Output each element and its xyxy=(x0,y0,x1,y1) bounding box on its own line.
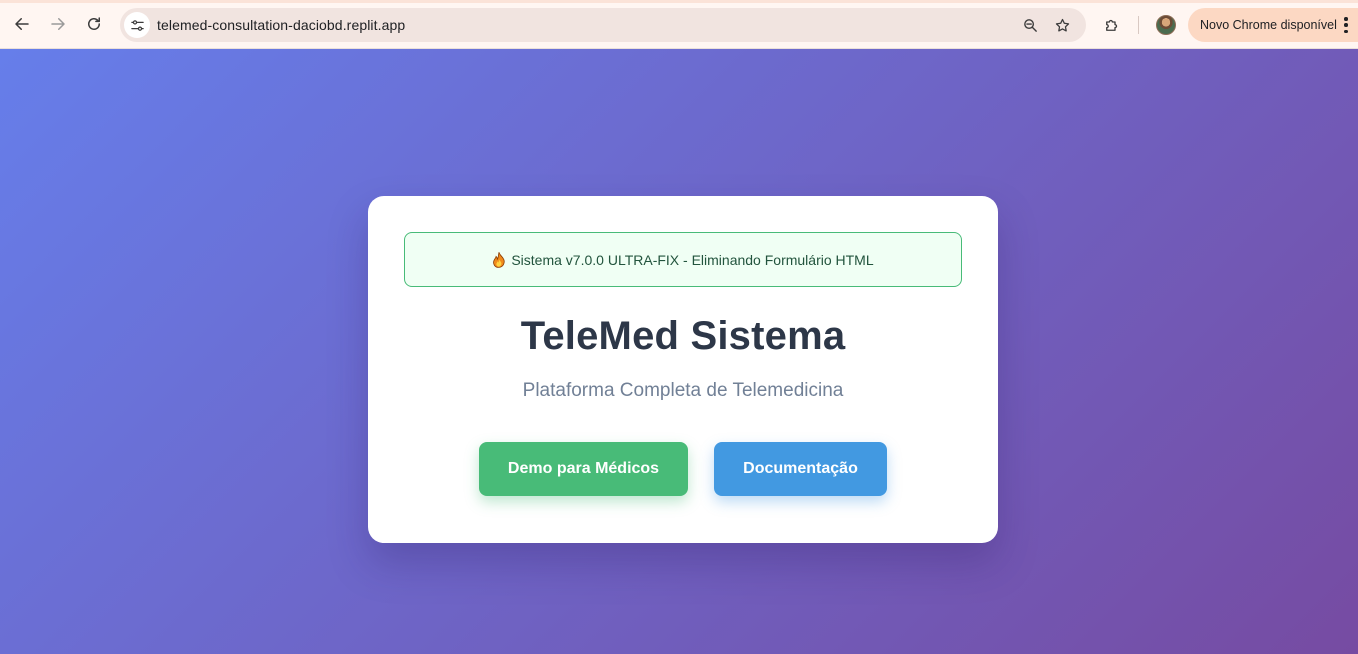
page-title: TeleMed Sistema xyxy=(520,314,846,358)
zoom-out-icon xyxy=(1023,18,1037,32)
update-label: Novo Chrome disponível xyxy=(1200,18,1337,32)
tune-icon xyxy=(130,19,144,31)
extensions-button[interactable] xyxy=(1100,13,1124,37)
bookmark-button[interactable] xyxy=(1050,13,1074,37)
forward-button[interactable] xyxy=(40,6,76,42)
back-button[interactable] xyxy=(4,6,40,42)
flame-icon xyxy=(493,251,505,268)
arrow-right-icon xyxy=(51,18,65,30)
reload-button[interactable] xyxy=(76,6,112,42)
chrome-update-button[interactable]: Novo Chrome disponível xyxy=(1188,8,1358,42)
tab-strip-edge xyxy=(0,0,1358,3)
version-banner: Sistema v7.0.0 ULTRA-FIX - Eliminando Fo… xyxy=(404,232,962,287)
page-background: Sistema v7.0.0 ULTRA-FIX - Eliminando Fo… xyxy=(0,49,1358,654)
zoom-button[interactable] xyxy=(1018,13,1042,37)
toolbar-divider xyxy=(1138,16,1139,34)
welcome-card: Sistema v7.0.0 ULTRA-FIX - Eliminando Fo… xyxy=(368,196,998,543)
profile-avatar[interactable] xyxy=(1156,15,1176,35)
site-info-button[interactable] xyxy=(124,12,150,38)
page-subtitle: Plataforma Completa de Telemedicina xyxy=(522,380,844,401)
more-menu-icon[interactable] xyxy=(1344,17,1348,33)
documentation-button[interactable]: Documentação xyxy=(714,442,887,496)
arrow-left-icon xyxy=(15,18,29,30)
star-icon xyxy=(1055,18,1069,32)
puzzle-icon xyxy=(1106,19,1118,31)
browser-toolbar: telemed-consultation-daciobd.replit.app … xyxy=(0,0,1358,49)
version-text: Sistema v7.0.0 ULTRA-FIX - Eliminando Fo… xyxy=(511,251,874,268)
reload-icon xyxy=(88,17,100,30)
address-bar[interactable]: telemed-consultation-daciobd.replit.app xyxy=(120,8,1086,42)
demo-for-doctors-button[interactable]: Demo para Médicos xyxy=(479,442,688,496)
url-text[interactable]: telemed-consultation-daciobd.replit.app xyxy=(157,17,405,33)
